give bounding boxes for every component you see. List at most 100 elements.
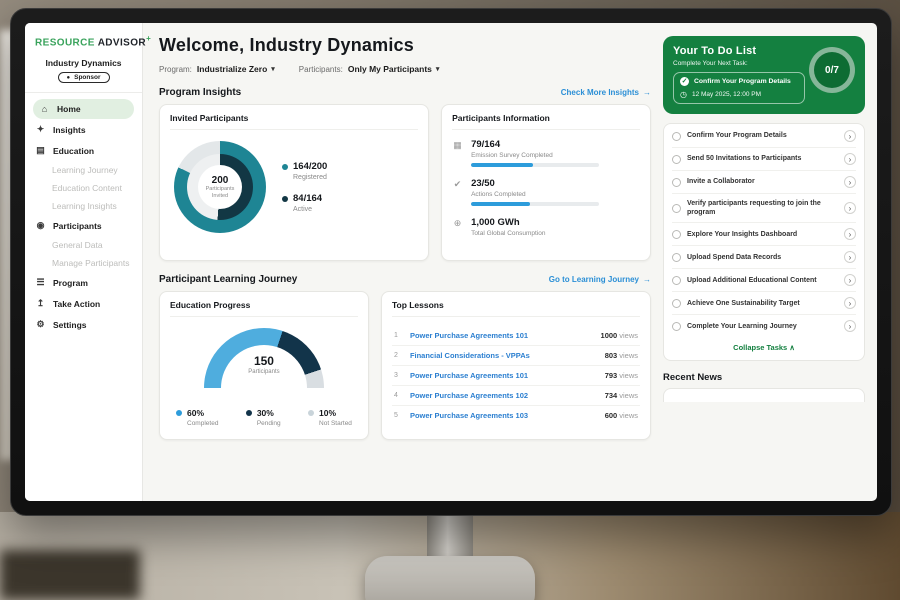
- collapse-tasks-link[interactable]: Collapse Tasks ∧: [672, 337, 856, 359]
- sidebar-item-program[interactable]: ☰ Program: [25, 272, 142, 293]
- task-label: Invite a Collaborator: [687, 177, 838, 186]
- go-to-learning-journey-link[interactable]: Go to Learning Journey →: [549, 275, 651, 284]
- chevron-right-icon[interactable]: ›: [844, 251, 856, 263]
- sidebar-item-education-content[interactable]: Education Content: [25, 179, 142, 197]
- sidebar-item-education[interactable]: ▤ Education: [25, 140, 142, 161]
- task-checkbox[interactable]: [672, 299, 681, 308]
- invited-center-label: Participants Invited: [203, 186, 237, 199]
- task-row-complete-learning-journey[interactable]: Complete Your Learning Journey ›: [672, 315, 856, 337]
- sidebar-item-manage-participants[interactable]: Manage Participants: [25, 254, 142, 272]
- lesson-views: 600views: [605, 411, 638, 420]
- logo-secondary: ADVISOR: [98, 37, 146, 48]
- task-row-verify-participants[interactable]: Verify participants requesting to join t…: [672, 194, 856, 223]
- chevron-right-icon[interactable]: ›: [844, 130, 856, 142]
- task-row-upload-spend-data[interactable]: Upload Spend Data Records ›: [672, 246, 856, 269]
- participants-filter-label: Participants:: [299, 65, 343, 74]
- tasks-card: Confirm Your Program Details › Send 50 I…: [663, 123, 865, 361]
- sidebar-item-label: Education Content: [52, 183, 122, 193]
- stat-value: 79/164: [471, 139, 599, 150]
- task-checkbox[interactable]: [672, 253, 681, 262]
- lesson-link[interactable]: Power Purchase Agreements 102: [410, 391, 597, 400]
- sidebar-item-take-action[interactable]: ↥ Take Action: [25, 293, 142, 314]
- take-action-icon: ↥: [35, 298, 46, 309]
- task-label: Send 50 Invitations to Participants: [687, 154, 838, 163]
- sidebar-item-participants[interactable]: ◉ Participants: [25, 215, 142, 236]
- sidebar-item-label: Learning Journey: [52, 165, 118, 175]
- sidebar-item-learning-insights[interactable]: Learning Insights: [25, 197, 142, 215]
- scene-background: RESOURCE ADVISOR+ Industry Dynamics ● Sp…: [0, 0, 900, 600]
- legend-dot: [308, 410, 314, 416]
- sidebar-item-learning-journey[interactable]: Learning Journey: [25, 161, 142, 179]
- next-task-box[interactable]: ✓ Confirm Your Program Details ◷ 12 May …: [673, 72, 805, 104]
- education-progress-card: Education Progress 150 Participants: [159, 291, 369, 440]
- legend-value: 164/200: [293, 161, 327, 172]
- views-count: 793: [605, 371, 618, 380]
- lesson-link[interactable]: Financial Considerations - VPPAs: [410, 351, 597, 360]
- lesson-row: 2 Financial Considerations - VPPAs 803vi…: [392, 346, 640, 366]
- education-legend: 60% Completed 30% Pending: [170, 394, 358, 431]
- settings-icon: ⚙: [35, 319, 46, 330]
- sidebar-item-home[interactable]: ⌂ Home: [33, 99, 134, 119]
- program-filter-select[interactable]: Industrialize Zero ▾: [197, 64, 275, 74]
- consumption-icon: ⊕: [452, 217, 463, 241]
- task-checkbox[interactable]: [672, 276, 681, 285]
- lesson-row: 1 Power Purchase Agreements 101 1000view…: [392, 326, 640, 346]
- insights-cards-row: Invited Participants 200 Participants In…: [159, 104, 651, 261]
- chevron-right-icon[interactable]: ›: [844, 153, 856, 165]
- todo-panel: Your To Do List Complete Your Next Task:…: [663, 23, 877, 501]
- sidebar-item-insights[interactable]: ✦ Insights: [25, 119, 142, 140]
- task-checkbox[interactable]: [672, 230, 681, 239]
- progress-track: [471, 202, 599, 206]
- chevron-right-icon[interactable]: ›: [844, 228, 856, 240]
- sidebar-item-settings[interactable]: ⚙ Settings: [25, 314, 142, 335]
- dashboard-screen: RESOURCE ADVISOR+ Industry Dynamics ● Sp…: [25, 23, 877, 501]
- legend-dot: [282, 196, 288, 202]
- task-row-invite-collaborator[interactable]: Invite a Collaborator ›: [672, 171, 856, 194]
- participants-filter-select[interactable]: Only My Participants ▾: [348, 64, 440, 74]
- task-row-achieve-target[interactable]: Achieve One Sustainability Target ›: [672, 292, 856, 315]
- legend-value: 10%: [319, 408, 336, 418]
- lesson-link[interactable]: Power Purchase Agreements 103: [410, 411, 597, 420]
- education-icon: ▤: [35, 145, 46, 156]
- lesson-link[interactable]: Power Purchase Agreements 101: [410, 331, 593, 340]
- lesson-views: 1000views: [601, 331, 638, 340]
- task-row-upload-educational-content[interactable]: Upload Additional Educational Content ›: [672, 269, 856, 292]
- legend-label: Not Started: [319, 420, 352, 427]
- org-name[interactable]: Industry Dynamics: [25, 58, 142, 68]
- legend-dot: [176, 410, 182, 416]
- education-gauge-center: 150 Participants: [202, 354, 326, 375]
- task-row-explore-insights[interactable]: Explore Your Insights Dashboard ›: [672, 223, 856, 246]
- lesson-link[interactable]: Power Purchase Agreements 101: [410, 371, 597, 380]
- sidebar-item-general-data[interactable]: General Data: [25, 236, 142, 254]
- chevron-right-icon[interactable]: ›: [844, 176, 856, 188]
- check-more-insights-link[interactable]: Check More Insights →: [561, 88, 651, 97]
- sidebar-item-label: Insights: [53, 125, 86, 135]
- chevron-right-icon[interactable]: ›: [844, 297, 856, 309]
- chevron-right-icon[interactable]: ›: [844, 274, 856, 286]
- lesson-rank: 4: [394, 392, 402, 399]
- task-row-send-invitations[interactable]: Send 50 Invitations to Participants ›: [672, 148, 856, 171]
- sponsor-badge[interactable]: ● Sponsor: [58, 72, 110, 83]
- invited-donut-ring: 200 Participants Invited: [174, 141, 266, 233]
- stat-emission-survey: ▦ 79/164 Emission Survey Completed: [452, 139, 640, 167]
- views-suffix: views: [619, 331, 638, 340]
- views-count: 734: [605, 391, 618, 400]
- journey-cards-row: Education Progress 150 Participants: [159, 291, 651, 440]
- lesson-row: 4 Power Purchase Agreements 102 734views: [392, 386, 640, 406]
- task-checkbox[interactable]: [672, 322, 681, 331]
- lesson-views: 803views: [605, 351, 638, 360]
- task-checkbox[interactable]: [672, 178, 681, 187]
- task-row-confirm-program[interactable]: Confirm Your Program Details ›: [672, 125, 856, 148]
- task-checkbox[interactable]: [672, 132, 681, 141]
- task-checkbox[interactable]: [672, 155, 681, 164]
- chevron-right-icon[interactable]: ›: [844, 320, 856, 332]
- task-checkbox[interactable]: [672, 204, 681, 213]
- section-title: Participant Learning Journey: [159, 274, 297, 285]
- legend-dot: [246, 410, 252, 416]
- chevron-right-icon[interactable]: ›: [844, 202, 856, 214]
- views-count: 803: [605, 351, 618, 360]
- invited-donut-center: 200 Participants Invited: [198, 165, 242, 209]
- clock-icon: ◷: [680, 90, 687, 99]
- lesson-views: 734views: [605, 391, 638, 400]
- legend-label: Pending: [257, 420, 281, 427]
